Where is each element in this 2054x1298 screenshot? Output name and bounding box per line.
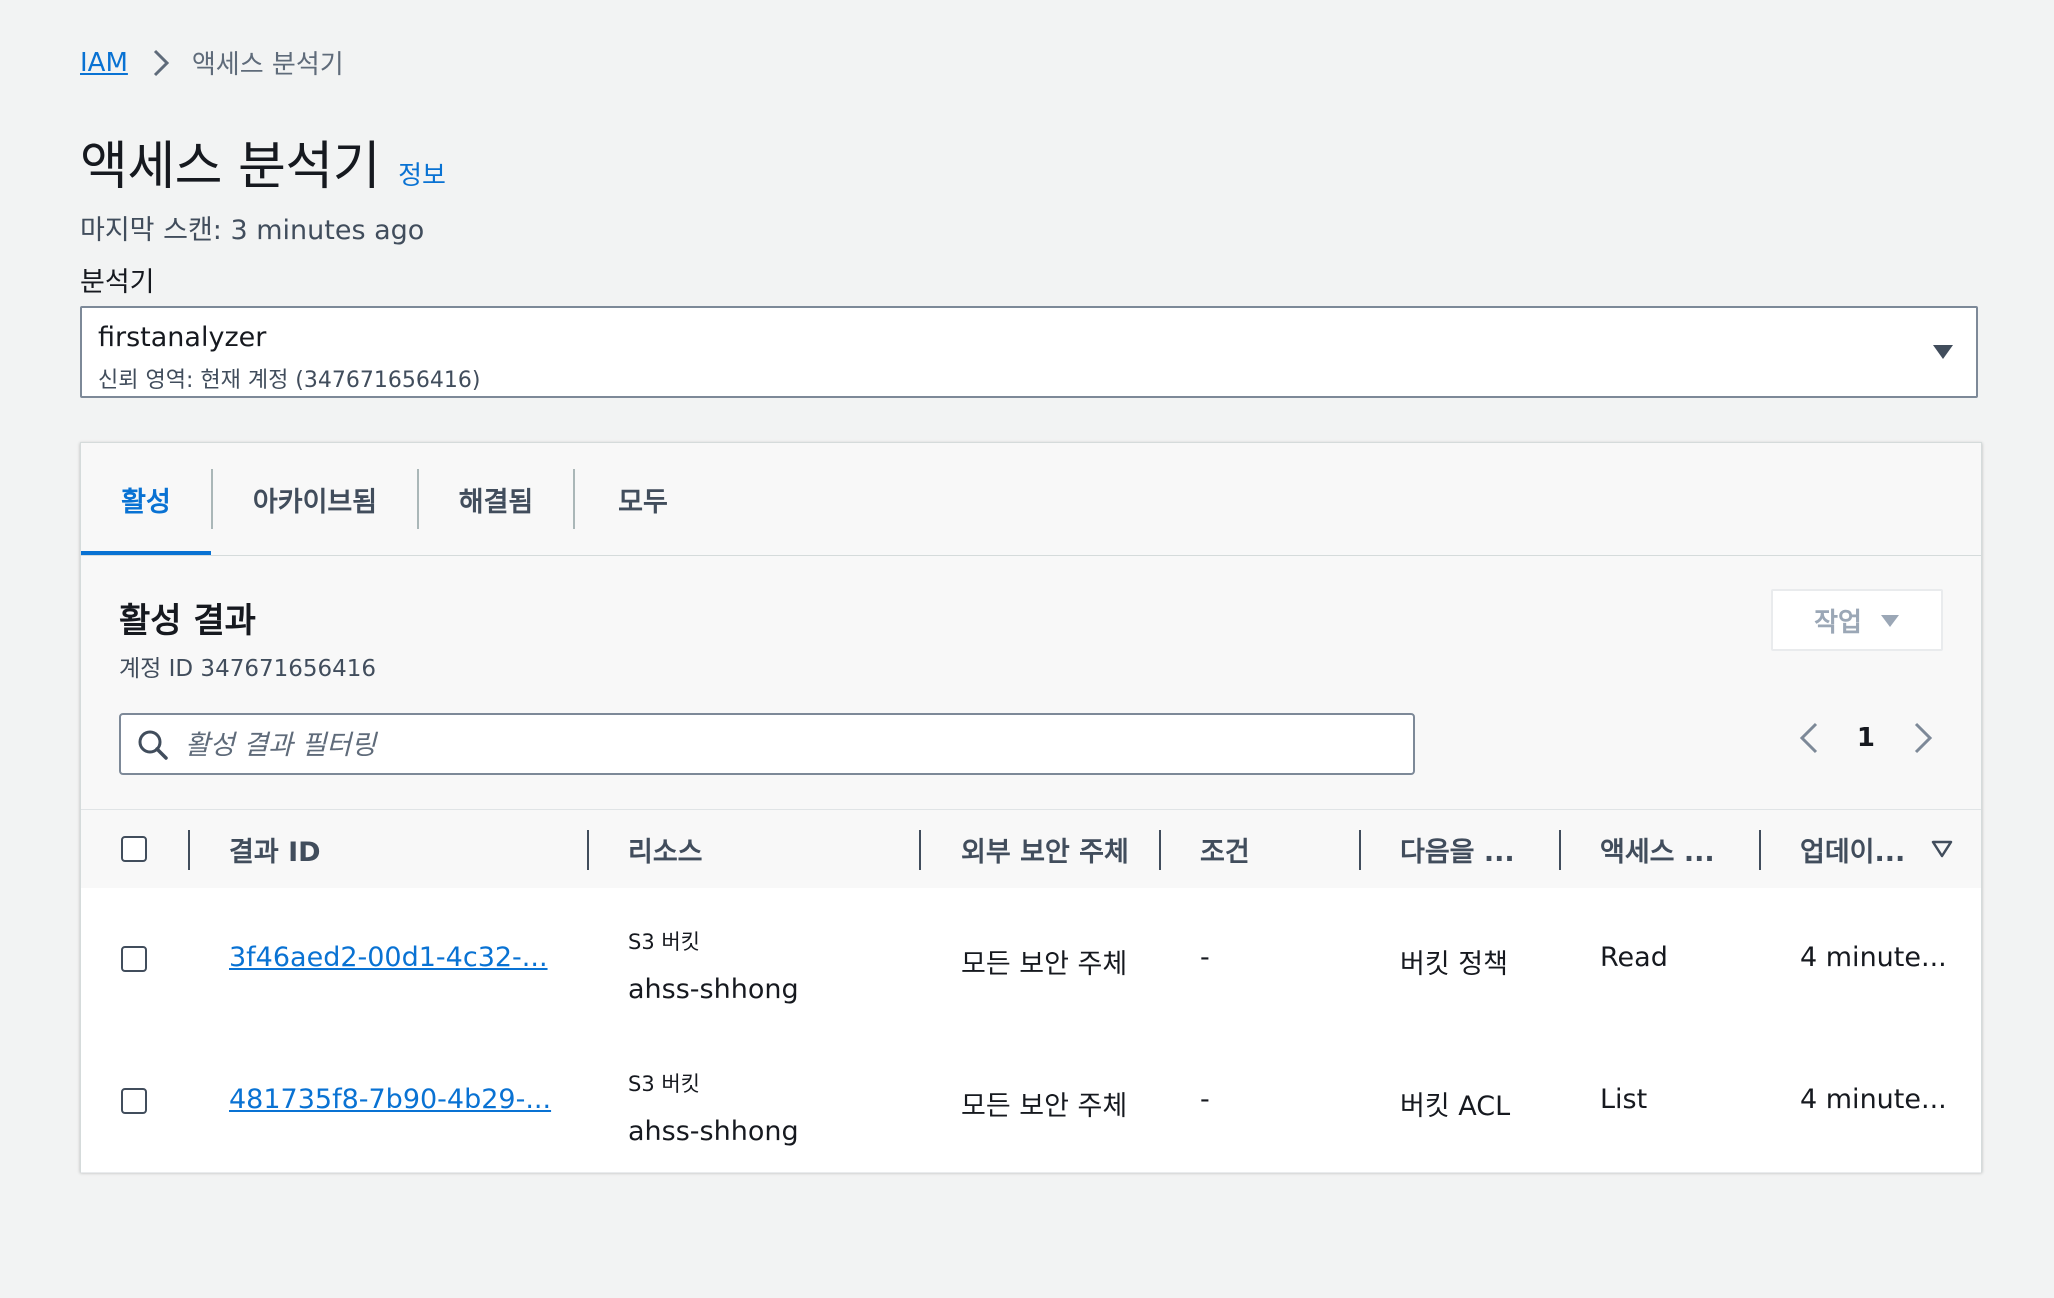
column-header-resource[interactable]: 리소스 (628, 810, 703, 888)
tab-active[interactable]: 활성 (81, 443, 211, 555)
column-header-finding-id[interactable]: 결과 ID (229, 810, 321, 888)
column-header-shared-via[interactable]: 다음을 ... (1400, 810, 1515, 888)
account-id-text: 계정 ID 347671656416 (119, 656, 377, 682)
chevron-right-icon (152, 48, 170, 78)
pagination: 1 (1799, 721, 1933, 755)
finding-id-link[interactable]: 3f46aed2-00d1-4c32-... (229, 942, 548, 973)
findings-table: 결과 ID 리소스 외부 보안 주체 조건 다음을 ... 액세스 ... 업데… (81, 809, 1981, 1173)
resource-name: ahss-shhong (628, 974, 799, 1005)
column-divider (1359, 830, 1361, 870)
analyzer-select-description: 신뢰 영역: 현재 계정 (347671656416) (98, 368, 481, 393)
analyzer-select[interactable]: firstanalyzer 신뢰 영역: 현재 계정 (347671656416… (80, 306, 1978, 398)
row-checkbox[interactable] (121, 946, 147, 972)
column-header-access-level[interactable]: 액세스 ... (1600, 810, 1715, 888)
select-all-checkbox[interactable] (121, 836, 147, 862)
resource-type: S3 버킷 (628, 1072, 701, 1096)
access-level: Read (1600, 942, 1668, 973)
column-divider (1159, 830, 1161, 870)
column-header-condition[interactable]: 조건 (1200, 810, 1250, 888)
caret-down-icon (1880, 605, 1900, 635)
table-row: 3f46aed2-00d1-4c32-... S3 버킷 ahss-shhong… (81, 888, 1981, 1031)
breadcrumb-current: 액세스 분석기 (191, 50, 344, 80)
last-scan-text: 마지막 스캔: 3 minutes ago (80, 215, 425, 246)
resource-type: S3 버킷 (628, 930, 701, 954)
updated-time: 4 minute... (1800, 942, 1947, 973)
resource-name: ahss-shhong (628, 1116, 799, 1147)
shared-via: 버킷 정책 (1400, 949, 1508, 980)
column-divider (919, 830, 921, 870)
caret-down-icon (1932, 344, 1954, 364)
sort-descending-icon[interactable] (1931, 840, 1953, 862)
panel-title: 활성 결과 (119, 601, 256, 641)
breadcrumb: IAM 액세스 분석기 (80, 44, 344, 81)
tab-resolved[interactable]: 해결됨 (419, 443, 573, 555)
column-divider (1559, 830, 1561, 870)
chevron-right-icon[interactable] (1913, 721, 1933, 755)
page-header: 액세스 분석기 정보 (80, 124, 446, 199)
current-page-number[interactable]: 1 (1857, 723, 1875, 753)
tab-list: 활성 아카이브됨 해결됨 모두 (81, 443, 1981, 556)
actions-button-label: 작업 (1814, 607, 1862, 638)
column-divider (587, 830, 589, 870)
search-input[interactable] (183, 723, 1387, 767)
chevron-left-icon[interactable] (1799, 721, 1819, 755)
tab-all[interactable]: 모두 (575, 443, 711, 555)
column-divider (1759, 830, 1761, 870)
analyzer-label: 분석기 (80, 267, 155, 298)
table-row: 481735f8-7b90-4b29-... S3 버킷 ahss-shhong… (81, 1030, 1981, 1173)
row-checkbox[interactable] (121, 1088, 147, 1114)
condition: - (1200, 942, 1210, 973)
findings-container: 활성 아카이브됨 해결됨 모두 활성 결과 계정 ID 347671656416… (80, 442, 1982, 1173)
search-box (119, 713, 1415, 775)
tab-archived[interactable]: 아카이브됨 (213, 443, 417, 555)
breadcrumb-iam-link[interactable]: IAM (80, 48, 128, 78)
external-principal: 모든 보안 주체 (961, 1091, 1128, 1122)
shared-via: 버킷 ACL (1400, 1091, 1511, 1122)
finding-id-link[interactable]: 481735f8-7b90-4b29-... (229, 1084, 551, 1115)
external-principal: 모든 보안 주체 (961, 949, 1128, 980)
updated-time: 4 minute... (1800, 1084, 1947, 1115)
search-icon (137, 729, 169, 765)
access-level: List (1600, 1084, 1648, 1115)
column-header-external-principal[interactable]: 외부 보안 주체 (961, 810, 1129, 888)
column-divider (188, 830, 190, 870)
condition: - (1200, 1084, 1210, 1115)
table-header: 결과 ID 리소스 외부 보안 주체 조건 다음을 ... 액세스 ... 업데… (81, 809, 1981, 889)
column-header-updated[interactable]: 업데이... (1800, 810, 1905, 888)
analyzer-select-name: firstanalyzer (98, 322, 267, 353)
actions-button[interactable]: 작업 (1771, 589, 1943, 651)
page-title: 액세스 분석기 (80, 137, 381, 197)
info-link[interactable]: 정보 (398, 155, 446, 192)
